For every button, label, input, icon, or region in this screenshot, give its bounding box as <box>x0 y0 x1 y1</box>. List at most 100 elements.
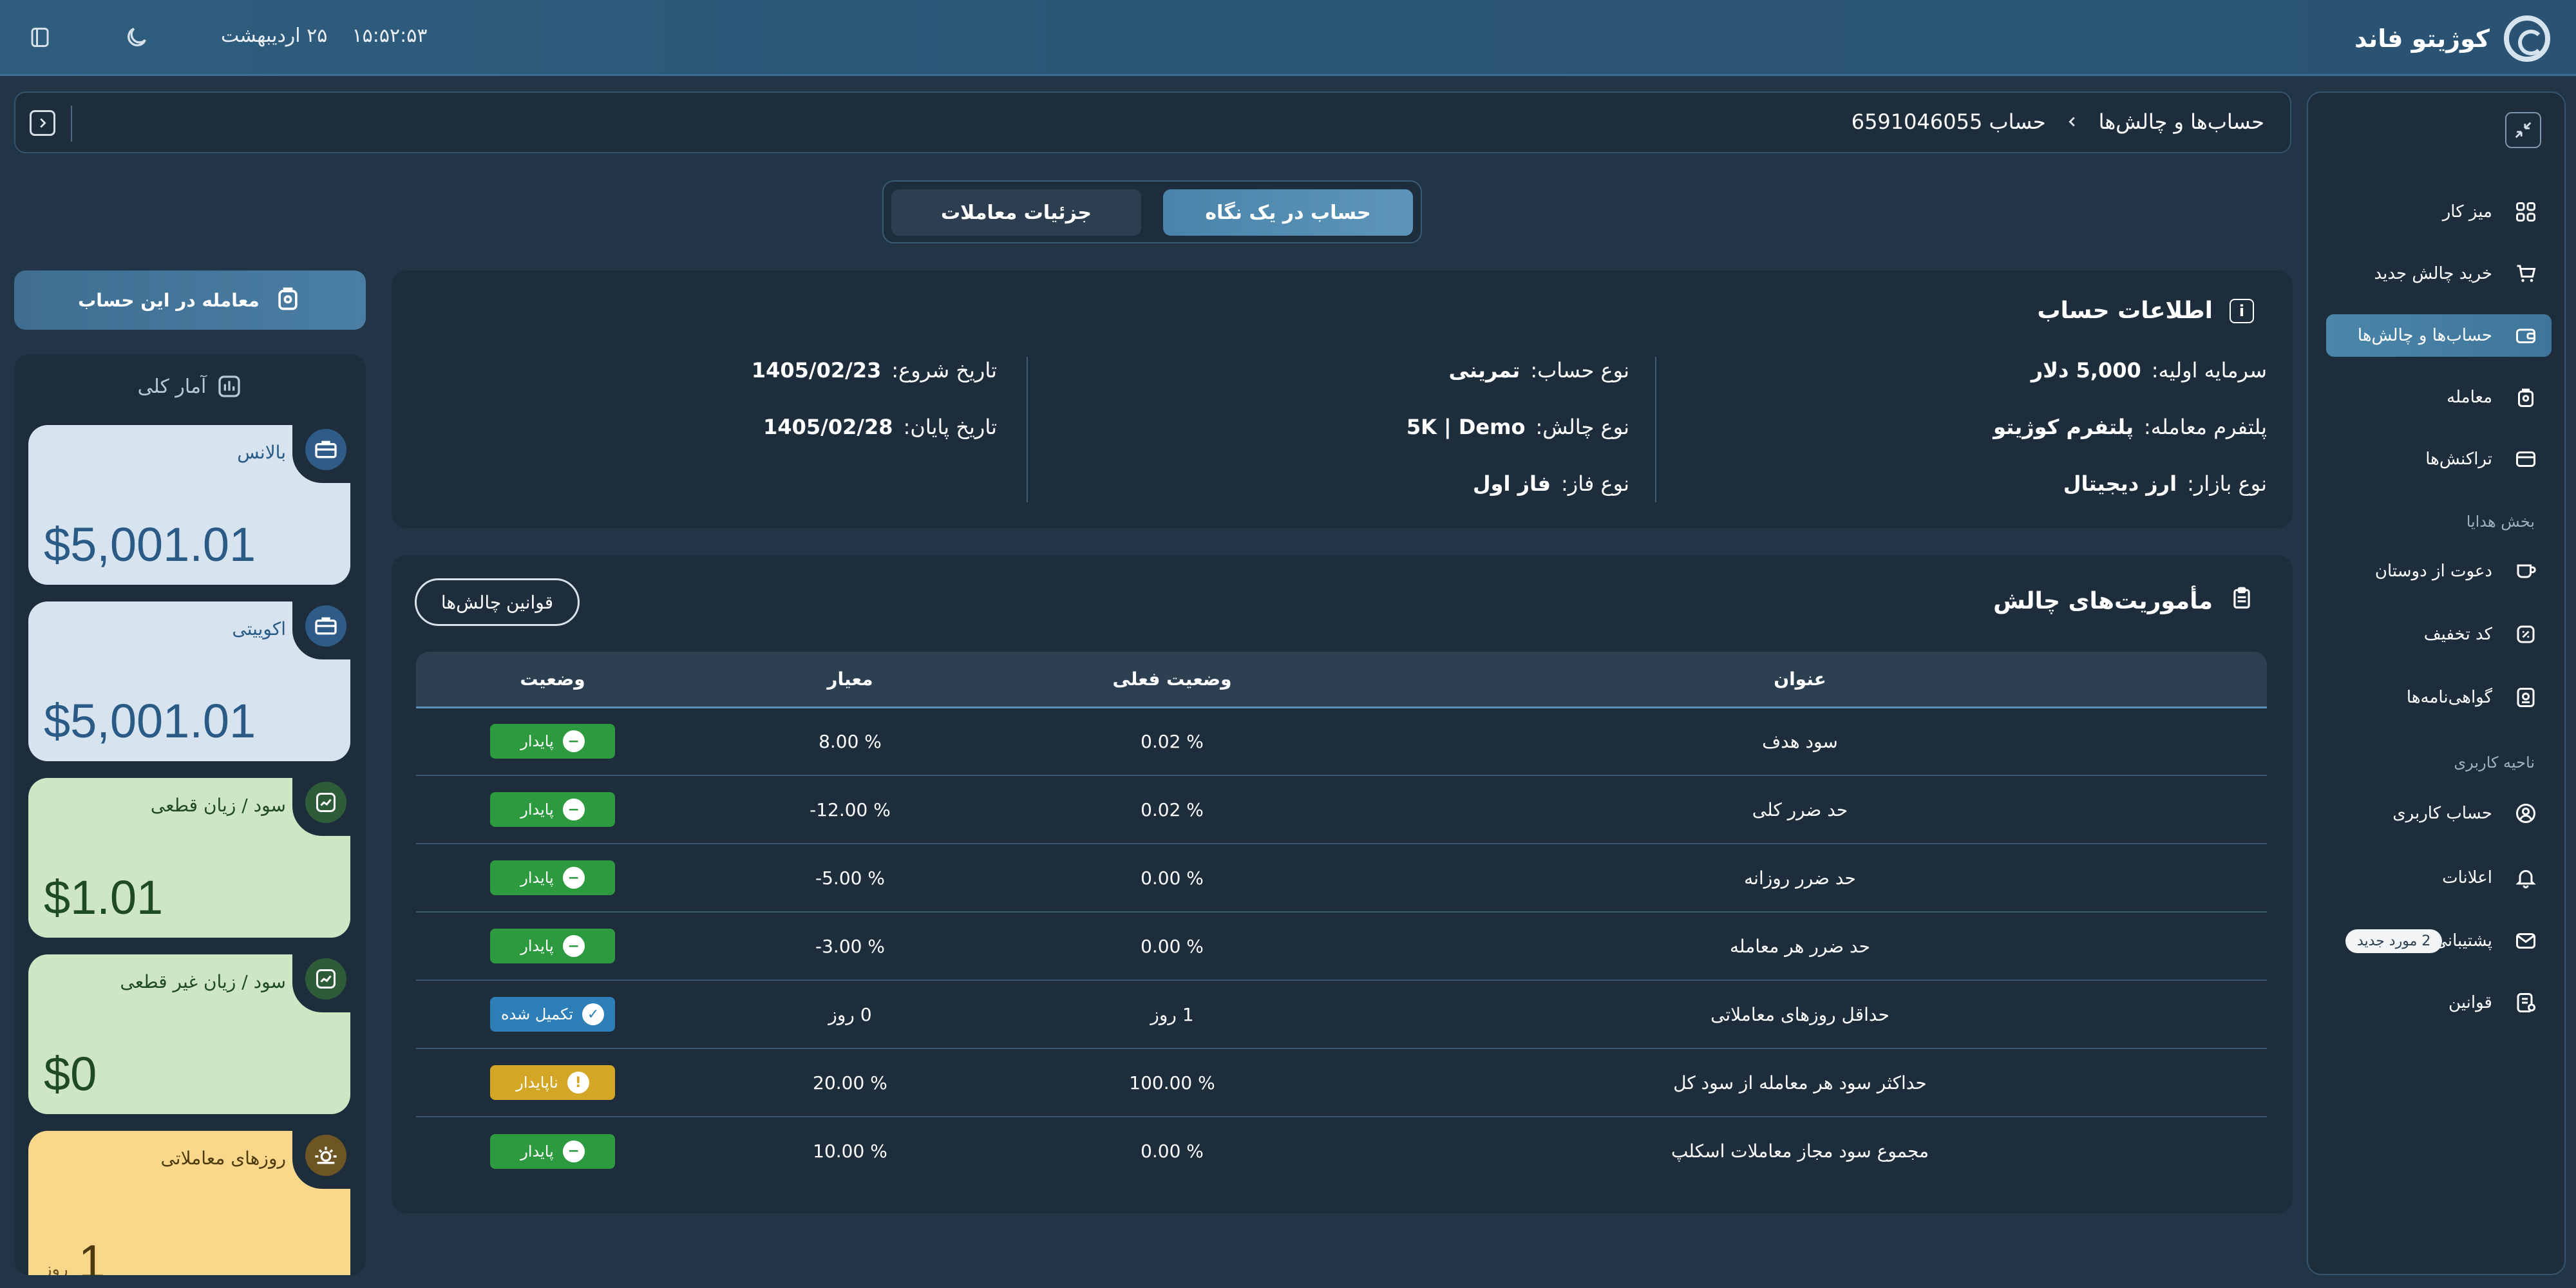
card-icon <box>2512 445 2540 473</box>
mission-title: حد ضرر هر معامله <box>1333 912 2267 981</box>
clock: ۱۵:۵۲:۵۳ ۲۵ اردیبهشت <box>221 24 427 47</box>
account-info-title: i اطلاعات حساب <box>2037 298 2254 324</box>
stat-value: 1 <box>79 1235 106 1275</box>
mission-criterion-cell: -3.00 % <box>689 912 1011 981</box>
breadcrumb-root[interactable]: حساب‌ها و چالش‌ها <box>2099 109 2264 134</box>
sidebar-item-user-account[interactable]: حساب کاربری <box>2326 792 2552 835</box>
challenge-rules-button[interactable]: قوانین چالش‌ها <box>415 578 580 626</box>
mission-criterion: 10.00 % <box>813 1141 887 1162</box>
start-date-value: 1405/02/23 <box>751 358 882 383</box>
tab-account-overview[interactable]: حساب در یک نگاه <box>1163 189 1413 236</box>
mission-criterion-cell: 8.00 % <box>689 707 1011 776</box>
mission-status-cell: − پایدار <box>416 912 689 981</box>
tab-trade-details[interactable]: جزئیات معاملات <box>891 189 1141 236</box>
trade-bag-icon <box>2512 383 2540 412</box>
breadcrumb: حساب‌ها و چالش‌ها حساب 6591046055 <box>1852 109 2264 134</box>
account-type: نوع حساب: تمرینی <box>1448 358 1629 383</box>
support-new-badge: 2 مورد جدید <box>2345 929 2443 953</box>
mission-criterion-cell: 20.00 % <box>689 1048 1011 1117</box>
table-row: سود هدف 0.02 % 8.00 % − پایدار <box>416 707 2267 776</box>
mission-current-cell: 0.00 % <box>1011 1117 1333 1185</box>
brand[interactable]: کوژیتو فاند <box>2354 15 2550 62</box>
discount-icon <box>2512 620 2540 649</box>
account-type-label: نوع حساب: <box>1530 358 1629 383</box>
status-badge: − پایدار <box>490 724 615 759</box>
initial-capital-value: 5,000 دلار <box>2031 358 2141 383</box>
table-row: حد ضرر روزانه 0.00 % -5.00 % − پایدار <box>416 844 2267 913</box>
stat-card-realized-pnl: سود / زیان قطعی $1.01 <box>28 777 352 938</box>
mission-criterion: 8.00 % <box>819 730 882 752</box>
mission-criterion: -3.00 % <box>815 935 885 957</box>
stat-card-equity: اکوییتی $5,001.01 <box>28 600 352 761</box>
briefcase-icon <box>305 429 346 470</box>
sidebar-item-rules[interactable]: قوانین <box>2326 981 2552 1024</box>
mission-current-cell: 100.00 % <box>1011 1048 1333 1117</box>
sidebar-item-certificates[interactable]: گواهی‌نامه‌ها <box>2326 676 2552 719</box>
initial-capital: سرمایه اولیه: 5,000 دلار <box>2031 358 2267 383</box>
divider <box>71 106 72 142</box>
missions-table: عنوان وضعیت فعلی معیار وضعیت سود هدف 0.0… <box>416 652 2267 1185</box>
account-info-panel: i اطلاعات حساب سرمایه اولیه: 5,000 دلار پ… <box>392 270 2293 528</box>
user-icon <box>2512 799 2540 828</box>
stat-unit: روز <box>44 1260 68 1275</box>
initial-capital-label: سرمایه اولیه: <box>2151 358 2267 383</box>
sidebar-item-label: خرید چالش جدید <box>2374 264 2493 283</box>
column-header-status: وضعیت <box>416 652 689 708</box>
mission-criterion: -12.00 % <box>810 799 891 820</box>
status-label: ناپایدار <box>516 1074 558 1092</box>
mission-current: 0.00 % <box>1141 867 1204 889</box>
mission-current: 0.00 % <box>1141 1141 1204 1162</box>
sidebar-section-gifts: بخش هدایا <box>2466 513 2535 531</box>
end-date-value: 1405/02/28 <box>763 415 893 439</box>
sidebar-item-label: معامله <box>2447 388 2492 407</box>
mission-status-cell: − پایدار <box>416 707 689 776</box>
mission-criterion: 0 روز <box>828 1003 872 1025</box>
briefcase-icon <box>305 605 346 647</box>
bar-chart-icon <box>218 375 241 397</box>
top-bar: کوژیتو فاند ۱۵:۵۲:۵۳ ۲۵ اردیبهشت <box>0 0 2576 76</box>
status-badge: − پایدار <box>490 1133 615 1169</box>
minus-circle-icon: − <box>562 730 585 753</box>
market-type: نوع بازار: ارز دیجیتال <box>2063 471 2267 496</box>
sidebar-item-discount[interactable]: کد تخفیف <box>2326 613 2552 656</box>
sidebar-item-label: حساب کاربری <box>2392 804 2492 823</box>
sidebar-item-invite[interactable]: دعوت از دوستان <box>2326 550 2552 592</box>
status-label: پایدار <box>520 1142 554 1160</box>
start-date-label: تاریخ شروع: <box>891 358 997 383</box>
sidebar-item-transactions[interactable]: تراکنش‌ها <box>2326 438 2552 480</box>
chart-icon <box>305 782 346 823</box>
sidebar-item-label: کد تخفیف <box>2423 625 2492 644</box>
back-button[interactable] <box>30 110 55 136</box>
mission-current: 1 روز <box>1150 1003 1194 1025</box>
mission-current-cell: 1 روز <box>1011 980 1333 1049</box>
sidebar: میز کار خرید چالش جدید حساب‌ها و چالش‌ها… <box>2307 91 2566 1275</box>
sidebar-item-label: میز کار <box>2442 202 2492 222</box>
stat-value: $5,001.01 <box>44 694 256 748</box>
stat-card-trading-days: روزهای معاملاتی روز 1 <box>28 1130 352 1275</box>
table-row: مجموع سود مجاز معاملات اسکلپ 0.00 % 10.0… <box>416 1117 2267 1185</box>
panel-title-text: مأموریت‌های چالش <box>1993 588 2213 614</box>
divider <box>1655 357 1656 502</box>
mission-criterion: 20.00 % <box>813 1072 887 1094</box>
sidebar-item-notifications[interactable]: اعلانات <box>2326 857 2552 899</box>
theme-toggle-moon-icon[interactable] <box>122 23 151 52</box>
mission-title: حد ضرر روزانه <box>1333 844 2267 913</box>
stat-label: بالانس <box>237 442 286 463</box>
sidebar-toggle-icon[interactable] <box>26 23 54 52</box>
sidebar-item-dashboard[interactable]: میز کار <box>2326 191 2552 233</box>
sidebar-item-support[interactable]: پشتیبانی 2 مورد جدید <box>2326 920 2552 962</box>
chart-icon <box>305 958 346 999</box>
cart-icon <box>2512 260 2540 288</box>
trade-in-account-button[interactable]: معامله در این حساب <box>14 270 366 330</box>
sun-icon <box>305 1135 346 1176</box>
platform-value: پلتفرم کوژیتو <box>1993 415 2134 439</box>
sidebar-item-buy-challenge[interactable]: خرید چالش جدید <box>2326 252 2552 295</box>
sidebar-item-accounts[interactable]: حساب‌ها و چالش‌ها <box>2326 314 2552 357</box>
collapse-sidebar-button[interactable] <box>2505 112 2541 148</box>
mail-icon <box>2512 927 2540 955</box>
sidebar-item-trade[interactable]: معامله <box>2326 376 2552 419</box>
trade-button-label: معامله در این حساب <box>78 289 260 311</box>
table-row: حد ضرر کلی 0.02 % -12.00 % − پایدار <box>416 775 2267 844</box>
status-label: پایدار <box>520 869 554 887</box>
market-type-label: نوع بازار: <box>2187 471 2267 496</box>
